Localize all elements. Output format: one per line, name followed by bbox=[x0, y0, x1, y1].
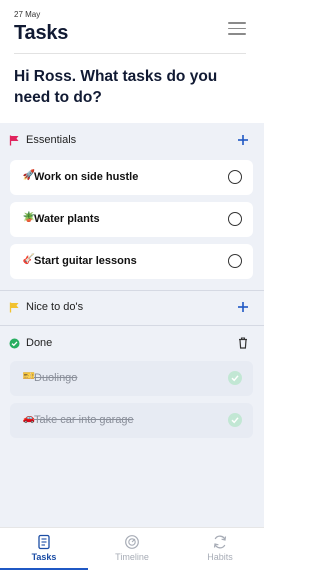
tasks-icon bbox=[38, 534, 50, 550]
habits-icon bbox=[213, 535, 227, 549]
tab-habits[interactable]: Habits bbox=[176, 528, 264, 570]
page-title: Tasks bbox=[14, 22, 69, 44]
timeline-icon bbox=[125, 535, 139, 549]
flag-icon bbox=[9, 302, 19, 313]
flag-icon bbox=[9, 135, 19, 146]
task-label: Take car into garage bbox=[34, 414, 134, 426]
tab-tasks[interactable]: Tasks bbox=[0, 528, 88, 570]
section-label: Nice to do's bbox=[26, 301, 84, 313]
date-label: 27 May bbox=[14, 10, 41, 19]
task-checkbox[interactable] bbox=[228, 413, 242, 427]
task-card[interactable]: 🚀 Work on side hustle bbox=[10, 160, 253, 195]
task-label: Water plants bbox=[34, 213, 100, 225]
header: 27 May Tasks Hi Ross. What tasks do you … bbox=[0, 0, 264, 123]
section-nice-to-dos-header[interactable]: Nice to do's bbox=[0, 290, 264, 324]
greeting: Hi Ross. What tasks do you need to do? bbox=[14, 68, 218, 106]
task-card[interactable]: 🎸 Start guitar lessons bbox=[10, 244, 253, 279]
tab-timeline[interactable]: Timeline bbox=[88, 528, 176, 570]
task-label: Duolingo bbox=[34, 372, 78, 384]
tab-label: Tasks bbox=[31, 552, 57, 562]
plus-icon[interactable] bbox=[236, 133, 250, 147]
task-card[interactable]: 🪴 Water plants bbox=[10, 202, 253, 237]
task-card[interactable]: 🎫 Duolingo bbox=[10, 361, 253, 396]
bottom-tab-bar: Tasks Timeline Habits bbox=[0, 527, 264, 570]
task-label: Start guitar lessons bbox=[34, 255, 137, 267]
task-checkbox[interactable] bbox=[228, 371, 242, 385]
task-label: Work on side hustle bbox=[34, 171, 139, 183]
section-essentials-header[interactable]: Essentials bbox=[0, 123, 264, 157]
tab-label: Habits bbox=[207, 552, 233, 562]
hamburger-icon bbox=[228, 22, 246, 24]
section-done-header[interactable]: Done bbox=[0, 326, 264, 360]
trash-icon[interactable] bbox=[236, 336, 250, 350]
check-circle-icon bbox=[9, 338, 20, 349]
task-checkbox[interactable] bbox=[228, 254, 242, 268]
tab-label: Timeline bbox=[115, 552, 149, 562]
checkmark-icon bbox=[231, 417, 239, 424]
section-label: Done bbox=[26, 337, 53, 349]
task-card[interactable]: 🚗 Take car into garage bbox=[10, 403, 253, 438]
plus-icon[interactable] bbox=[236, 300, 250, 314]
section-label: Essentials bbox=[26, 134, 77, 146]
hamburger-line bbox=[228, 27, 246, 29]
header-divider bbox=[14, 53, 246, 54]
task-checkbox[interactable] bbox=[228, 170, 242, 184]
task-list-area: Essentials 🚀 Work on side hustle 🪴 Water… bbox=[0, 123, 264, 527]
menu-button[interactable] bbox=[228, 22, 246, 36]
checkmark-icon bbox=[231, 375, 239, 382]
hamburger-line bbox=[228, 33, 246, 35]
task-checkbox[interactable] bbox=[228, 212, 242, 226]
